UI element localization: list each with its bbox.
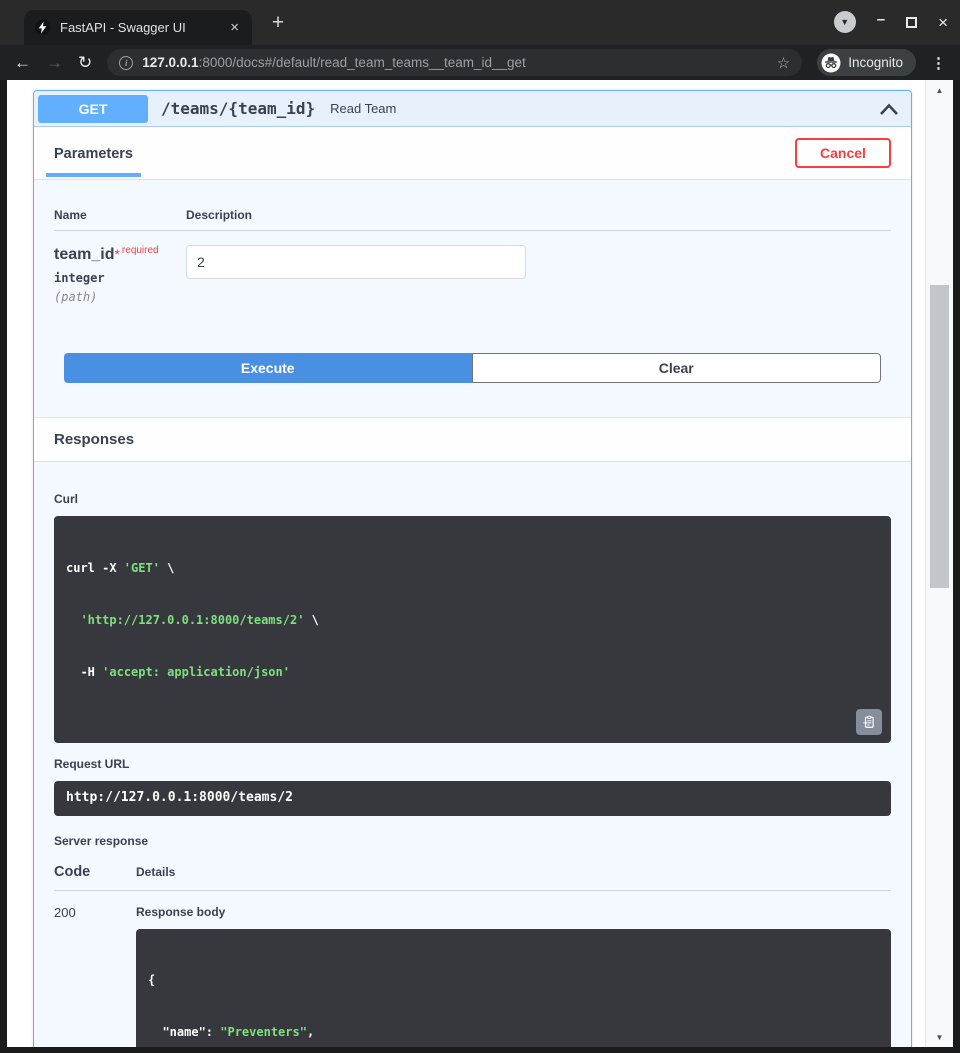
server-response-table-header: Code Details xyxy=(54,864,891,891)
tab-title: FastAPI - Swagger UI xyxy=(60,20,218,35)
incognito-badge: Incognito xyxy=(817,49,916,76)
window-controls: ▼ – × xyxy=(834,11,948,33)
col-details: Details xyxy=(136,865,891,879)
url-text: 127.0.0.1:8000/docs#/default/read_team_t… xyxy=(142,55,768,70)
parameters-header-row: Parameters Cancel xyxy=(34,127,911,180)
close-window-icon[interactable]: × xyxy=(938,14,948,31)
browser-toolbar: ← → ↻ i 127.0.0.1:8000/docs#/default/rea… xyxy=(0,45,960,80)
swagger-page: GET /teams/{team_id} Read Team Parameter… xyxy=(7,80,925,1047)
curl-command: curl -X 'GET' \ 'http://127.0.0.1:8000/t… xyxy=(54,516,891,743)
curl-line: 'http://127.0.0.1:8000/teams/2' \ xyxy=(66,612,879,629)
opblock-summary[interactable]: GET /teams/{team_id} Read Team xyxy=(34,91,911,127)
fastapi-favicon-icon xyxy=(34,19,51,36)
parameters-table-header: Name Description xyxy=(54,208,891,231)
address-bar[interactable]: i 127.0.0.1:8000/docs#/default/read_team… xyxy=(107,49,802,76)
chevron-up-icon[interactable] xyxy=(879,102,899,116)
server-response-row: 200 Response body { "name": "Preventers"… xyxy=(54,891,891,1047)
minimize-icon[interactable]: – xyxy=(877,11,885,28)
curl-line: -H 'accept: application/json' xyxy=(66,664,879,681)
status-code: 200 xyxy=(54,905,136,1047)
parameter-type: integer xyxy=(54,271,186,285)
response-body-label: Response body xyxy=(136,905,891,919)
parameters-table: Name Description team_id*required intege… xyxy=(34,208,911,383)
parameter-name-cell: team_id*required integer (path) xyxy=(54,245,186,304)
response-details-cell: Response body { "name": "Preventers", "h… xyxy=(136,905,891,1047)
scroll-down-icon[interactable]: ▼ xyxy=(926,1029,953,1045)
url-host: 127.0.0.1 xyxy=(142,55,198,70)
tab-parameters: Parameters xyxy=(46,129,141,177)
incognito-icon xyxy=(821,53,841,73)
response-body: { "name": "Preventers", "headquarters": … xyxy=(136,929,891,1047)
endpoint-path: /teams/{team_id} xyxy=(161,99,315,118)
bookmark-star-icon[interactable]: ☆ xyxy=(777,54,790,72)
col-code: Code xyxy=(54,864,136,880)
http-method-badge: GET xyxy=(38,95,148,123)
browser-tab-bar: FastAPI - Swagger UI × + ▼ – × xyxy=(0,0,960,45)
opblock-get-teams: GET /teams/{team_id} Read Team Parameter… xyxy=(33,90,912,1047)
execute-button[interactable]: Execute xyxy=(64,353,472,383)
copy-curl-button[interactable] xyxy=(856,709,882,735)
request-url-value: http://127.0.0.1:8000/teams/2 xyxy=(54,781,891,816)
endpoint-summary: Read Team xyxy=(330,101,396,116)
back-icon[interactable]: ← xyxy=(14,54,31,71)
required-asterisk: * xyxy=(114,246,119,262)
execute-row: Execute Clear xyxy=(64,353,881,383)
responses-section-header: Responses xyxy=(34,417,911,462)
col-description: Description xyxy=(186,208,891,222)
maximize-icon[interactable] xyxy=(906,17,917,28)
col-name: Name xyxy=(54,208,186,222)
browser-tab[interactable]: FastAPI - Swagger UI × xyxy=(24,10,252,45)
responses-title: Responses xyxy=(54,431,134,448)
scroll-up-icon[interactable]: ▲ xyxy=(926,82,953,98)
curl-label: Curl xyxy=(54,492,891,506)
request-url-label: Request URL xyxy=(54,757,891,771)
scrollbar-thumb[interactable] xyxy=(930,285,949,588)
tab-menu-button[interactable]: ▼ xyxy=(834,11,856,33)
parameter-row-team-id: team_id*required integer (path) xyxy=(54,231,891,304)
parameter-value-cell xyxy=(186,245,891,304)
clipboard-icon xyxy=(862,715,876,729)
forward-icon: → xyxy=(46,54,63,71)
clear-button[interactable]: Clear xyxy=(472,353,882,383)
team-id-input[interactable] xyxy=(186,245,526,279)
server-response-label: Server response xyxy=(54,834,891,848)
close-tab-icon[interactable]: × xyxy=(227,19,242,36)
page-info-icon[interactable]: i xyxy=(119,56,133,70)
cancel-button[interactable]: Cancel xyxy=(795,138,891,168)
curl-line: curl -X 'GET' \ xyxy=(66,560,879,577)
url-path: :8000/docs#/default/read_team_teams__tea… xyxy=(199,55,526,70)
responses-content: Curl curl -X 'GET' \ 'http://127.0.0.1:8… xyxy=(34,462,911,1047)
new-tab-button[interactable]: + xyxy=(264,9,292,37)
parameter-location: (path) xyxy=(54,290,186,304)
browser-menu-icon[interactable]: ⋮ xyxy=(931,54,946,72)
incognito-label: Incognito xyxy=(848,55,903,70)
parameter-name: team_id xyxy=(54,246,114,263)
reload-icon[interactable]: ↻ xyxy=(78,54,92,71)
page-scrollbar[interactable]: ▲ ▼ xyxy=(925,80,953,1047)
required-label: required xyxy=(122,245,159,256)
